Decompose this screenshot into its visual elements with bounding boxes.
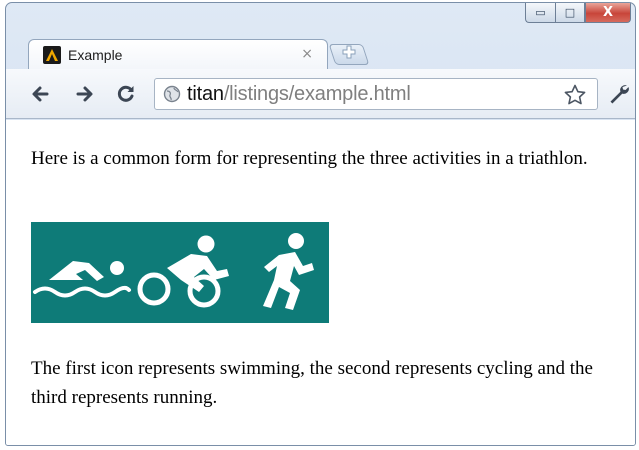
star-icon bbox=[564, 84, 586, 105]
url-path: /listings/example.html bbox=[223, 82, 411, 105]
menu-button[interactable] bbox=[607, 82, 631, 111]
new-tab-icon bbox=[342, 45, 356, 64]
swimming-icon bbox=[33, 261, 131, 298]
browser-window: ▭ □ X Example × titan/listings/example.h… bbox=[5, 2, 636, 446]
tab-title: Example bbox=[68, 46, 123, 63]
toolbar: titan/listings/example.html bbox=[6, 69, 635, 119]
url-text: titan/listings/example.html bbox=[187, 83, 411, 106]
close-window-button[interactable]: X bbox=[585, 3, 631, 23]
intro-paragraph: Here is a common form for representing t… bbox=[31, 148, 588, 169]
title-bar: ▭ □ X bbox=[6, 3, 635, 37]
wrench-icon bbox=[610, 85, 629, 104]
back-arrow-icon bbox=[32, 86, 49, 102]
bookmark-star-button[interactable] bbox=[563, 83, 587, 112]
description-paragraph: The first icon represents swimming, the … bbox=[31, 358, 593, 408]
running-icon bbox=[263, 233, 314, 310]
page-content: Here is a common form for representing t… bbox=[6, 120, 635, 445]
triathlon-image bbox=[31, 222, 329, 323]
window-controls: ▭ □ X bbox=[525, 3, 631, 23]
reload-button[interactable] bbox=[114, 82, 138, 106]
minimize-button[interactable]: ▭ bbox=[525, 3, 555, 23]
url-host: titan bbox=[187, 82, 224, 105]
address-bar[interactable]: titan/listings/example.html bbox=[154, 78, 598, 110]
forward-arrow-icon bbox=[76, 86, 93, 102]
maximize-button[interactable]: □ bbox=[555, 3, 585, 23]
cycling-icon bbox=[137, 235, 229, 308]
back-button[interactable] bbox=[28, 82, 52, 106]
tab-example[interactable]: Example × bbox=[28, 39, 328, 69]
globe-icon bbox=[163, 85, 181, 103]
new-tab-button[interactable] bbox=[328, 44, 370, 65]
tab-close-button[interactable]: × bbox=[301, 46, 313, 62]
favicon-icon bbox=[43, 45, 61, 64]
forward-button[interactable] bbox=[73, 82, 97, 106]
reload-icon bbox=[117, 85, 134, 102]
